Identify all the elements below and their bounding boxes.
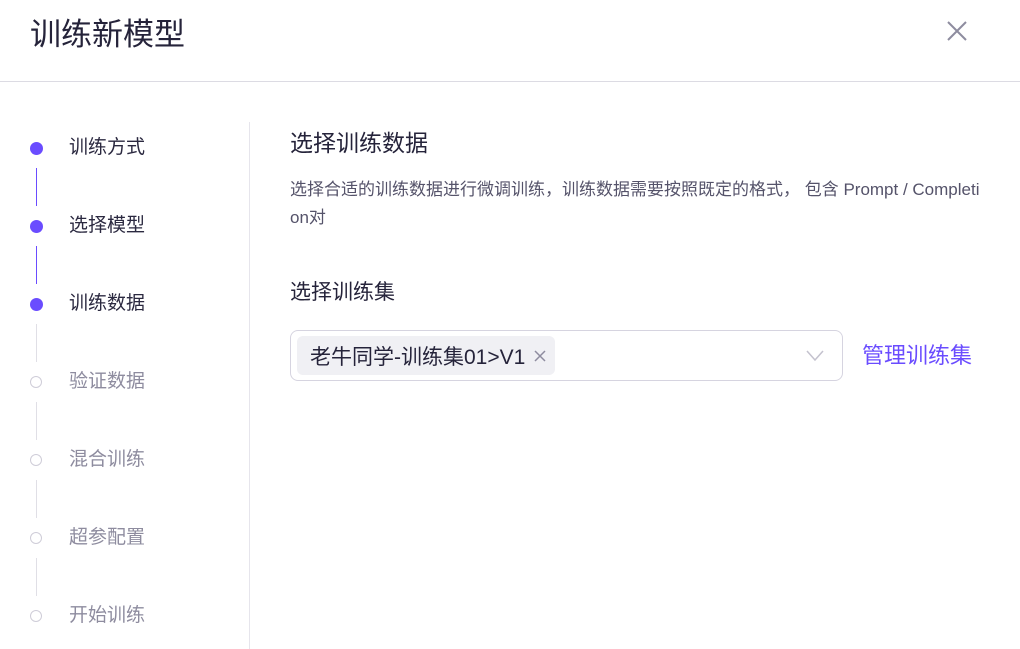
step-2[interactable]: 选择模型 xyxy=(0,211,250,241)
step-dot-icon xyxy=(30,532,42,544)
step-3[interactable]: 训练数据 xyxy=(0,289,250,319)
step-connector xyxy=(36,246,37,284)
step-connector xyxy=(36,168,37,206)
manage-training-set-link[interactable]: 管理训练集 xyxy=(862,341,972,371)
step-dot-icon xyxy=(30,454,42,466)
step-label: 开始训练 xyxy=(69,605,146,626)
step-label: 验证数据 xyxy=(69,371,146,392)
selected-tag: 老牛同学-训练集01>V1 xyxy=(297,336,556,375)
dialog-title: 训练新模型 xyxy=(30,17,185,52)
dialog-header: 训练新模型 xyxy=(0,0,1020,82)
step-label: 选择模型 xyxy=(69,215,146,236)
step-label: 混合训练 xyxy=(69,449,146,470)
close-icon[interactable] xyxy=(944,18,970,44)
chevron-down-icon[interactable] xyxy=(806,350,824,362)
field-label: 选择训练集 xyxy=(290,281,395,304)
step-connector xyxy=(36,324,37,362)
step-connector xyxy=(36,402,37,440)
step-5[interactable]: 混合训练 xyxy=(0,445,250,475)
step-dot-icon xyxy=(30,142,43,155)
step-label: 训练数据 xyxy=(69,293,146,314)
step-4[interactable]: 验证数据 xyxy=(0,367,250,397)
steps-sidebar: 训练方式选择模型训练数据验证数据混合训练超参配置开始训练 xyxy=(0,122,250,649)
step-label: 训练方式 xyxy=(69,137,146,158)
step-connector xyxy=(36,480,37,518)
step-label: 超参配置 xyxy=(69,527,146,548)
remove-tag-icon[interactable] xyxy=(533,349,547,363)
section-title: 选择训练数据 xyxy=(290,130,428,156)
step-6[interactable]: 超参配置 xyxy=(0,523,250,553)
step-1[interactable]: 训练方式 xyxy=(0,133,250,163)
section-description: 选择合适的训练数据进行微调训练，训练数据需要按照既定的格式， 包含 Prompt… xyxy=(290,180,980,227)
step-7[interactable]: 开始训练 xyxy=(0,601,250,631)
step-dot-icon xyxy=(30,376,42,388)
training-set-select[interactable]: 老牛同学-训练集01>V1 xyxy=(290,330,843,381)
step-dot-icon xyxy=(30,220,43,233)
step-dot-icon xyxy=(30,610,42,622)
step-dot-icon xyxy=(30,298,43,311)
step-connector xyxy=(36,558,37,596)
selected-tag-label: 老牛同学-训练集01>V1 xyxy=(310,345,526,369)
